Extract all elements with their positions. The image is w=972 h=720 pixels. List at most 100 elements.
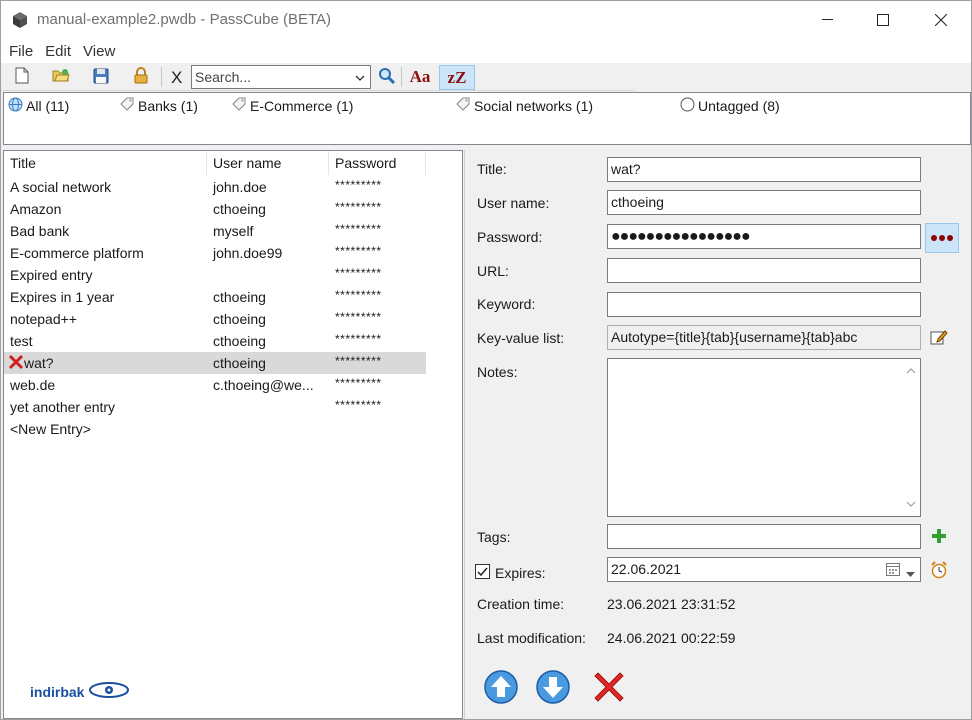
title-bar: manual-example2.pwdb - PassCube (BETA) (1, 1, 971, 39)
tag-label: E-Commerce (1) (250, 97, 354, 114)
expires-date-value: 22.06.2021 (611, 561, 682, 577)
pencil-edit-icon (930, 328, 948, 349)
tag-label: All (11) (26, 98, 70, 114)
tag-label: Untagged (8) (698, 98, 780, 114)
tag-label: Social networks (1) (474, 97, 594, 114)
menu-file[interactable]: File (3, 43, 39, 60)
row-user: john.doe99 (213, 245, 283, 261)
reveal-password-button[interactable] (925, 223, 959, 253)
password-field[interactable]: ●●●●●●●●●●●●●●●● (607, 224, 921, 249)
creation-time-value: 23.06.2021 23:31:52 (607, 596, 736, 612)
arrow-down-icon (535, 669, 571, 708)
tag-icon (232, 97, 247, 114)
add-tag-button[interactable] (928, 526, 950, 548)
expires-date-picker[interactable]: 22.06.2021 (607, 557, 921, 582)
table-row[interactable]: test cthoeing ********* (4, 330, 426, 352)
expiry-alarm-button[interactable] (928, 560, 950, 582)
previous-entry-button[interactable] (481, 668, 521, 708)
maximize-button[interactable] (854, 1, 912, 39)
row-title: notepad++ (10, 311, 77, 327)
entry-list[interactable]: Title User name Password A social networ… (3, 150, 463, 719)
close-button[interactable] (912, 1, 970, 39)
open-file-button[interactable] (49, 66, 73, 88)
save-button[interactable] (89, 66, 113, 88)
row-password: ********* (335, 398, 382, 412)
row-title: Amazon (10, 201, 62, 217)
table-row-new-entry[interactable]: <New Entry> (4, 418, 426, 440)
table-row[interactable]: Expired entry ********* (4, 264, 426, 286)
clear-search-button[interactable]: X (171, 68, 182, 88)
table-row[interactable]: Expires in 1 year cthoeing ********* (4, 286, 426, 308)
creation-time-label: Creation time: (477, 596, 565, 612)
row-title: wat? (24, 355, 54, 371)
lock-button[interactable] (129, 66, 153, 88)
last-modification-label: Last modification: (477, 630, 586, 646)
row-title-cell: wat? (4, 354, 207, 373)
row-password: ********* (335, 354, 382, 368)
next-entry-button[interactable] (533, 668, 573, 708)
minimize-button[interactable] (799, 1, 857, 39)
row-user: cthoeing (213, 333, 266, 349)
tag-untagged[interactable]: Untagged (8) (680, 97, 780, 115)
menu-edit[interactable]: Edit (39, 43, 77, 60)
row-title: Expired entry (10, 267, 93, 283)
table-row[interactable]: Bad bank myself ********* (4, 220, 426, 242)
row-user: cthoeing (213, 355, 266, 371)
plus-icon (931, 528, 947, 547)
tag-icon (456, 97, 471, 114)
tags-field[interactable] (607, 524, 921, 549)
case-sensitive-button[interactable]: Aa (405, 66, 435, 88)
table-row[interactable]: web.de c.thoeing@we... ********* (4, 374, 426, 396)
dot-icon (931, 235, 937, 241)
table-row[interactable]: notepad++ cthoeing ********* (4, 308, 426, 330)
title-field[interactable]: wat? (607, 157, 921, 182)
chevron-down-icon[interactable] (354, 71, 368, 85)
tag-banks[interactable]: Banks (1) (120, 97, 198, 114)
chevron-down-icon[interactable] (906, 565, 915, 581)
keyword-field[interactable] (607, 292, 921, 317)
tag-all[interactable]: All (11) (8, 97, 69, 115)
expires-checkbox[interactable] (475, 564, 490, 579)
notes-scrollbar[interactable] (902, 359, 920, 516)
row-password: ********* (335, 288, 382, 302)
eye-logo-icon (88, 681, 130, 702)
table-row-selected[interactable]: wat? cthoeing ********* (4, 352, 426, 374)
sort-toggle-button[interactable]: zZ (439, 65, 475, 90)
app-cube-icon (11, 11, 29, 29)
new-file-button[interactable] (10, 66, 34, 88)
search-input[interactable] (192, 66, 348, 88)
tag-e-commerce[interactable]: E-Commerce (1) (232, 97, 353, 114)
column-header-title[interactable]: Title (4, 151, 207, 175)
url-field[interactable] (607, 258, 921, 283)
search-combobox[interactable] (191, 65, 371, 89)
username-label: User name: (477, 195, 550, 211)
notes-textarea[interactable] (607, 358, 921, 517)
table-row[interactable]: yet another entry ********* (4, 396, 426, 418)
row-title: E-commerce platform (10, 245, 144, 261)
search-button[interactable] (375, 66, 399, 88)
magnifier-icon (378, 67, 396, 88)
list-rows: A social network john.doe ********* Amaz… (4, 176, 426, 440)
column-header-password[interactable]: Password (329, 151, 426, 175)
lock-icon (134, 67, 148, 87)
arrow-up-icon (483, 669, 519, 708)
key-value-field[interactable]: Autotype={title}{tab}{username}{tab}abc (607, 325, 921, 350)
toolbar-separator (161, 67, 162, 87)
key-value-label: Key-value list: (477, 330, 565, 346)
table-row[interactable]: A social network john.doe ********* (4, 176, 426, 198)
dot-icon (947, 235, 953, 241)
calendar-icon[interactable] (886, 562, 900, 576)
table-row[interactable]: E-commerce platform john.doe99 ********* (4, 242, 426, 264)
notes-label: Notes: (477, 364, 518, 380)
toolbar-separator (401, 67, 402, 87)
column-header-user[interactable]: User name (207, 151, 329, 175)
table-row[interactable]: Amazon cthoeing ********* (4, 198, 426, 220)
edit-key-value-button[interactable] (928, 327, 950, 349)
menu-view[interactable]: View (77, 43, 121, 60)
logo-text: indirbak (30, 683, 85, 700)
row-user: cthoeing (213, 289, 266, 305)
row-user: c.thoeing@we... (213, 377, 314, 393)
username-field[interactable]: cthoeing (607, 190, 921, 215)
tag-social-networks[interactable]: Social networks (1) (456, 97, 593, 114)
delete-entry-button[interactable] (589, 668, 629, 708)
